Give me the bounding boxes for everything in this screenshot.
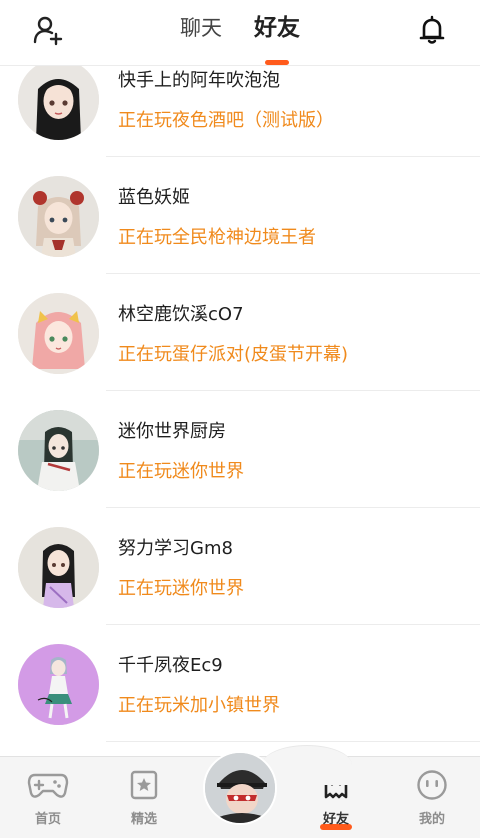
friend-list: 快手上的阿年吹泡泡 正在玩夜色酒吧（测试版） 蓝色妖姬 正在玩全民枪神边境王者 xyxy=(0,40,480,742)
friend-status: 正在玩全民枪神边境王者 xyxy=(118,227,316,248)
active-tab-indicator xyxy=(265,60,289,65)
nav-home-label: 首页 xyxy=(34,812,61,827)
center-avatar-button[interactable] xyxy=(203,751,277,825)
avatar[interactable] xyxy=(18,59,99,140)
nav-featured[interactable]: 精选 xyxy=(104,769,184,827)
friend-status: 正在玩蛋仔派对(皮蛋节开幕) xyxy=(118,344,349,365)
friend-status: 正在玩米加小镇世界 xyxy=(118,695,280,716)
nav-home[interactable]: 首页 xyxy=(8,769,88,827)
friend-row[interactable]: 蓝色妖姬 正在玩全民枪神边境王者 xyxy=(0,157,480,274)
nav-friends-text: 好友 xyxy=(322,812,349,827)
avatar[interactable] xyxy=(18,527,99,608)
face-icon xyxy=(415,769,449,805)
friend-status: 正在玩迷你世界 xyxy=(118,461,244,482)
nav-me-label: 我的 xyxy=(418,812,445,827)
avatar[interactable] xyxy=(18,644,99,725)
friend-name: 快手上的阿年吹泡泡 xyxy=(118,70,280,91)
friend-row[interactable]: 林空鹿饮溪cO7 正在玩蛋仔派对(皮蛋节开幕) xyxy=(0,274,480,391)
tab-friends[interactable]: 好友 xyxy=(254,12,300,65)
friend-status: 正在玩夜色酒吧（测试版） xyxy=(118,110,334,131)
avatar[interactable] xyxy=(18,410,99,491)
tab-chat[interactable]: 聊天 xyxy=(180,12,222,44)
friend-name: 迷你世界厨房 xyxy=(118,421,226,442)
nav-me[interactable]: 我的 xyxy=(392,769,472,827)
friend-name: 蓝色妖姬 xyxy=(118,187,190,208)
bell-icon[interactable] xyxy=(414,12,450,48)
friend-name: 努力学习Gm8 xyxy=(118,538,233,559)
divider xyxy=(106,741,480,742)
header-tabs: 聊天 好友 xyxy=(0,12,480,65)
friend-name: 千千夙夜Ec9 xyxy=(118,655,223,676)
friend-row[interactable]: 努力学习Gm8 正在玩迷你世界 xyxy=(0,508,480,625)
tab-friends-label: 好友 xyxy=(254,15,300,41)
avatar[interactable] xyxy=(18,293,99,374)
nav-featured-label: 精选 xyxy=(130,812,157,827)
gamepad-icon xyxy=(27,769,69,805)
top-header: 聊天 好友 xyxy=(0,0,480,66)
friend-status: 正在玩迷你世界 xyxy=(118,578,244,599)
star-card-icon xyxy=(128,769,160,805)
nav-friends-label: 好友 xyxy=(319,808,352,830)
friend-name: 林空鹿饮溪cO7 xyxy=(118,304,244,325)
bottom-navigation: 首页 精选 好友 我的 xyxy=(0,745,480,838)
friend-row[interactable]: 千千夙夜Ec9 正在玩米加小镇世界 xyxy=(0,625,480,742)
avatar[interactable] xyxy=(18,176,99,257)
friend-row[interactable]: 迷你世界厨房 正在玩迷你世界 xyxy=(0,391,480,508)
